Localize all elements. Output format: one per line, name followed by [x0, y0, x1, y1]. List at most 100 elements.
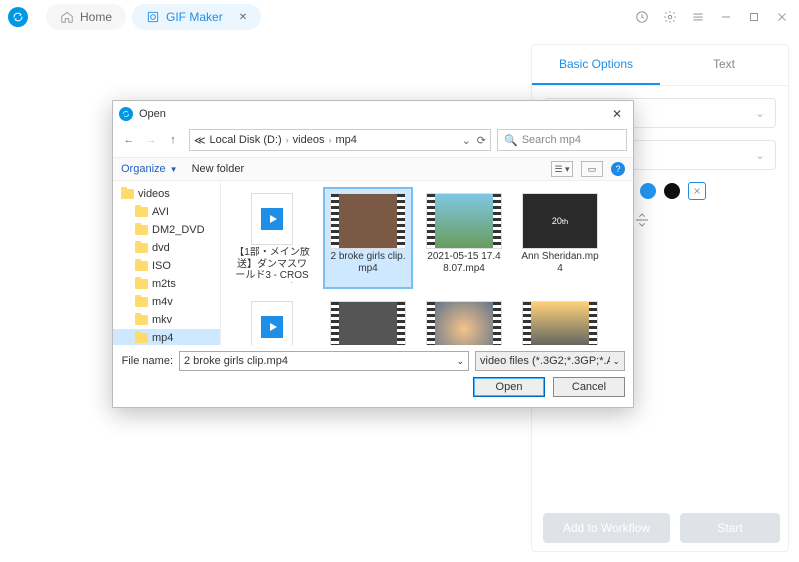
- file-type-select[interactable]: video files (*.3G2;*.3GP;*.AVI;*.D ⌄: [475, 351, 625, 371]
- pc-icon: ≪: [194, 134, 206, 147]
- tree-item-videos[interactable]: videos: [113, 185, 220, 203]
- dialog-nav: ← → ↑ ≪ Local Disk (D:) › videos › mp4 ⌄…: [113, 127, 633, 157]
- chevron-down-icon[interactable]: ⌄: [462, 134, 471, 147]
- new-folder-button[interactable]: New folder: [192, 163, 245, 175]
- chevron-down-icon: ⌄: [612, 356, 620, 367]
- file-thumb-icon: [330, 301, 406, 345]
- file-grid[interactable]: 【1部・メイン放送】ダンマスワールド3 - CROSS OVER and ASS…: [221, 181, 633, 345]
- maximize-button[interactable]: [745, 8, 763, 26]
- file-item[interactable]: [419, 295, 509, 345]
- title-bar: Home GIF Maker ✕: [0, 0, 799, 34]
- swatch-custom[interactable]: [688, 182, 706, 200]
- refresh-icon[interactable]: ⟳: [477, 134, 486, 147]
- file-thumb-icon: [251, 193, 293, 245]
- view-mode-button[interactable]: ☰ ▾: [551, 161, 573, 177]
- folder-icon: [135, 279, 148, 289]
- close-window-button[interactable]: [773, 8, 791, 26]
- breadcrumb-disk[interactable]: Local Disk (D:): [210, 134, 282, 146]
- search-input[interactable]: 🔍 Search mp4: [497, 129, 627, 151]
- tab-gif-maker[interactable]: GIF Maker ✕: [132, 4, 261, 30]
- file-name-label: File name:: [121, 355, 173, 367]
- chevron-right-icon: ›: [286, 135, 289, 145]
- swatch-blue[interactable]: [640, 183, 656, 199]
- action-buttons: Add to Workflow Start: [543, 513, 780, 543]
- file-thumb-icon: 20th: [522, 193, 598, 249]
- file-name: 2021-05-15 17.48.07.mp4: [425, 251, 503, 274]
- tree-item-iso[interactable]: ISO: [113, 257, 220, 275]
- file-name: Ann Sheridan.mp4: [521, 251, 599, 274]
- organize-menu[interactable]: Organize ▼: [121, 163, 178, 175]
- tree-item-m2ts[interactable]: m2ts: [113, 275, 220, 293]
- dialog-close-button[interactable]: ✕: [607, 107, 627, 121]
- add-to-workflow-button[interactable]: Add to Workflow: [543, 513, 670, 543]
- file-item[interactable]: 【1部・メイン放送】ダンマスワールド3 - CROSS OVER and ASS…: [227, 187, 317, 289]
- breadcrumb-mp4[interactable]: mp4: [335, 134, 356, 146]
- app-logo-icon: [8, 7, 28, 27]
- chevron-down-icon[interactable]: ⌄: [456, 356, 464, 367]
- file-item[interactable]: [515, 295, 605, 345]
- folder-icon: [135, 315, 148, 325]
- swatch-black[interactable]: [664, 183, 680, 199]
- open-button[interactable]: Open: [473, 377, 545, 397]
- gif-maker-icon: [146, 10, 160, 24]
- file-item[interactable]: 20th Ann Sheridan.mp4: [515, 187, 605, 289]
- file-name-value: 2 broke girls clip.mp4: [184, 355, 288, 367]
- help-icon[interactable]: ?: [611, 162, 625, 176]
- start-button[interactable]: Start: [680, 513, 780, 543]
- tab-text[interactable]: Text: [660, 45, 788, 85]
- search-placeholder: Search mp4: [522, 134, 581, 146]
- tree-item-dvd[interactable]: dvd: [113, 239, 220, 257]
- right-panel-tabs: Basic Options Text: [532, 45, 788, 86]
- tree-item-mkv[interactable]: mkv: [113, 311, 220, 329]
- file-name: 【1部・メイン放送】ダンマスワールド3 - CROSS OVER and ASS…: [233, 247, 311, 283]
- tree-item-dm2dvd[interactable]: DM2_DVD: [113, 221, 220, 239]
- search-icon: 🔍: [504, 134, 518, 147]
- file-thumb-icon: [251, 301, 293, 345]
- dialog-title-bar: Open ✕: [113, 101, 633, 127]
- menu-icon[interactable]: [689, 8, 707, 26]
- folder-icon: [135, 333, 148, 343]
- history-icon[interactable]: [633, 8, 651, 26]
- cancel-button[interactable]: Cancel: [553, 377, 625, 397]
- nav-forward-button[interactable]: →: [141, 130, 161, 150]
- tree-item-m4v[interactable]: m4v: [113, 293, 220, 311]
- preview-pane-button[interactable]: ▭: [581, 161, 603, 177]
- file-item[interactable]: 2021-05-15 17.48.07.mp4: [419, 187, 509, 289]
- home-icon: [60, 10, 74, 24]
- folder-icon: [135, 261, 148, 271]
- chevron-down-icon: ⌄: [755, 106, 765, 120]
- file-name: 2 broke girls clip.mp4: [329, 251, 407, 274]
- nav-up-button[interactable]: ↑: [163, 130, 183, 150]
- dialog-logo-icon: [119, 107, 133, 121]
- folder-icon: [135, 225, 148, 235]
- file-name-input[interactable]: 2 broke girls clip.mp4 ⌄: [179, 351, 469, 371]
- folder-icon: [135, 243, 148, 253]
- settings-icon[interactable]: [661, 8, 679, 26]
- nav-back-button[interactable]: ←: [119, 130, 139, 150]
- breadcrumb-videos[interactable]: videos: [293, 134, 325, 146]
- tree-item-avi[interactable]: AVI: [113, 203, 220, 221]
- dialog-title: Open: [139, 108, 166, 120]
- file-item[interactable]: [323, 295, 413, 345]
- window-controls: [633, 8, 791, 26]
- dialog-toolbar: Organize ▼ New folder ☰ ▾ ▭ ?: [113, 157, 633, 181]
- folder-icon: [135, 297, 148, 307]
- file-thumb-icon: [426, 193, 502, 249]
- tab-home[interactable]: Home: [46, 4, 126, 30]
- file-thumb-icon: [522, 301, 598, 345]
- chevron-right-icon: ›: [328, 135, 331, 145]
- file-open-dialog: Open ✕ ← → ↑ ≪ Local Disk (D:) › videos …: [112, 100, 634, 408]
- tab-gif-maker-label: GIF Maker: [166, 10, 223, 24]
- minimize-button[interactable]: [717, 8, 735, 26]
- close-tab-button[interactable]: ✕: [239, 12, 247, 23]
- folder-icon: [121, 189, 134, 199]
- tree-item-mp4[interactable]: mp4: [113, 329, 220, 345]
- file-thumb-icon: [426, 301, 502, 345]
- file-item[interactable]: 2 broke girls clip.mp4: [323, 187, 413, 289]
- flip-vertical-icon[interactable]: [634, 212, 650, 233]
- breadcrumb[interactable]: ≪ Local Disk (D:) › videos › mp4 ⌄ ⟳: [189, 129, 491, 151]
- tab-basic-options[interactable]: Basic Options: [532, 45, 660, 85]
- folder-tree[interactable]: videos AVI DM2_DVD dvd ISO m2ts m4v mkv …: [113, 181, 221, 345]
- folder-icon: [135, 207, 148, 217]
- file-item[interactable]: [227, 295, 317, 345]
